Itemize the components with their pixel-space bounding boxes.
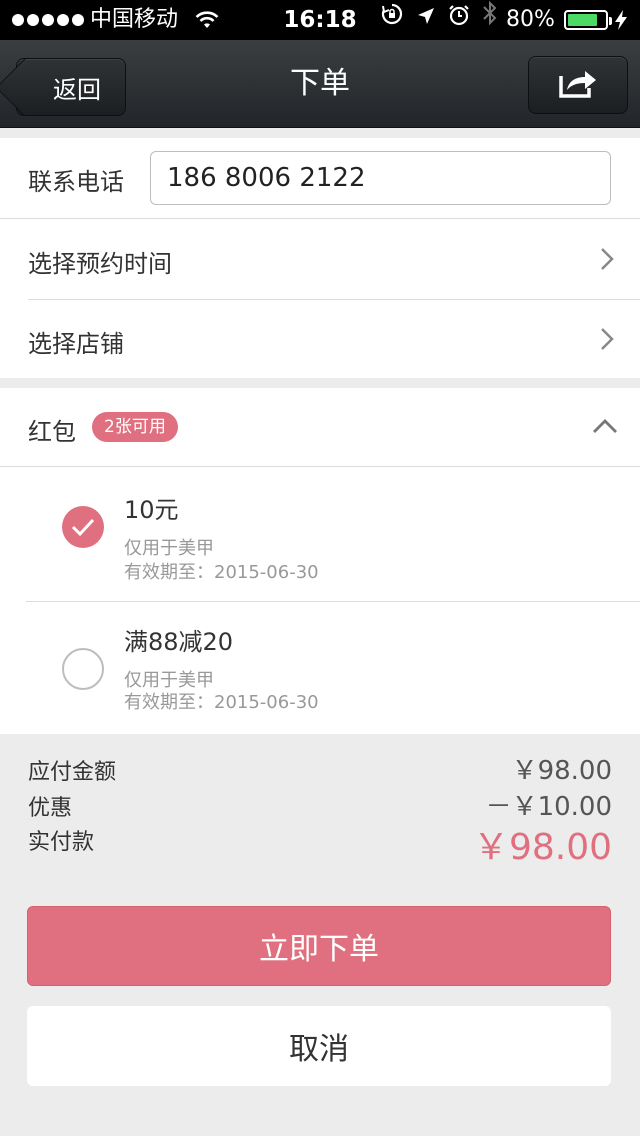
cancel-button[interactable]: 取消	[27, 1006, 611, 1086]
share-button[interactable]	[528, 56, 628, 114]
payable-value: ￥98.00	[511, 756, 612, 786]
status-icons	[380, 0, 498, 40]
coupon-header[interactable]: 红包 2张可用	[0, 388, 640, 466]
back-button[interactable]: 返回	[16, 58, 126, 116]
time-selector-label: 选择预约时间	[28, 250, 172, 278]
alarm-icon	[448, 0, 470, 40]
place-order-button[interactable]: 立即下单	[27, 906, 611, 986]
actual-payment-value: ￥98.00	[472, 827, 612, 868]
coupon-title: 10元	[124, 496, 179, 524]
battery-percent: 80%	[506, 7, 555, 32]
coupon-expiry: 有效期至：2015-06-30	[124, 692, 319, 713]
contact-section: 联系电话 选择预约时间 选择店铺	[0, 138, 640, 378]
chevron-up-icon	[592, 418, 618, 438]
coupon-item[interactable]: 10元 仅用于美甲 有效期至：2015-06-30	[0, 470, 640, 600]
location-arrow-icon	[416, 0, 436, 40]
payable-label: 应付金额	[28, 760, 117, 785]
charging-bolt-icon	[614, 0, 628, 40]
store-selector-label: 选择店铺	[28, 330, 124, 358]
discount-row: 优惠 －￥10.00	[28, 786, 612, 822]
actual-payment-label: 实付款	[28, 830, 95, 855]
battery-icon	[564, 0, 612, 40]
coupon-scope: 仅用于美甲	[124, 538, 214, 559]
divider	[0, 466, 640, 467]
share-icon	[557, 66, 599, 104]
navigation-bar: 下单 返回	[0, 40, 640, 128]
coupon-label: 红包	[28, 418, 76, 446]
coupon-item[interactable]: 满88减20 仅用于美甲 有效期至：2015-06-30	[0, 602, 640, 732]
phone-input[interactable]	[150, 151, 611, 205]
coupon-count-badge: 2张可用	[92, 412, 178, 442]
rotation-lock-icon	[380, 0, 404, 40]
phone-label: 联系电话	[28, 168, 124, 196]
chevron-right-icon	[600, 247, 614, 275]
coupon-section: 红包 2张可用 10元 仅用于美甲 有效期至：2015-06-30 满88减20…	[0, 388, 640, 734]
cancel-label: 取消	[289, 1032, 349, 1067]
status-bar: 中国移动 16:18 80%	[0, 0, 640, 40]
time-selector-row[interactable]: 选择预约时间	[0, 219, 640, 299]
chevron-right-icon	[600, 327, 614, 355]
place-order-label: 立即下单	[259, 932, 379, 967]
store-selector-row[interactable]: 选择店铺	[0, 300, 640, 378]
checkbox-checked-icon[interactable]	[62, 506, 104, 548]
payable-row: 应付金额 ￥98.00	[28, 750, 612, 786]
coupon-title: 满88减20	[124, 628, 234, 656]
coupon-expiry: 有效期至：2015-06-30	[124, 562, 319, 583]
back-button-label: 返回	[53, 75, 101, 104]
actual-payment-row: 实付款 ￥98.00	[28, 818, 612, 868]
bluetooth-icon	[482, 0, 498, 40]
checkbox-unchecked-icon[interactable]	[62, 648, 104, 690]
